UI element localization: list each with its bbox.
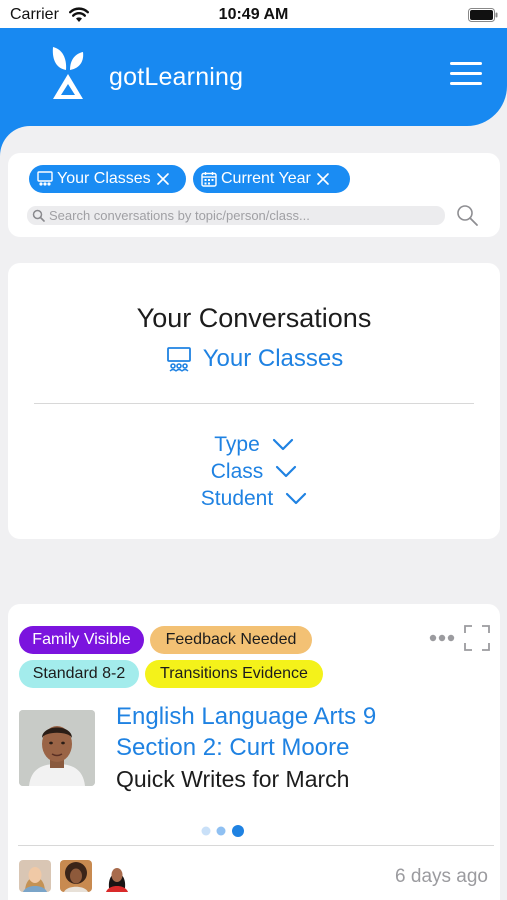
carousel-indicator[interactable]: [201, 824, 253, 838]
close-icon[interactable]: [316, 172, 330, 186]
classes-selector[interactable]: Your Classes: [8, 345, 500, 373]
conversation-post-card[interactable]: Family Visible Feedback Needed Standard …: [8, 604, 500, 900]
status-bar: Carrier 10:49 AM: [0, 0, 507, 30]
post-timestamp: 6 days ago: [395, 866, 488, 887]
menu-button[interactable]: [450, 62, 482, 90]
chip-label: Current Year: [221, 170, 311, 187]
filter-chip-your-classes[interactable]: Your Classes: [29, 165, 186, 193]
clock: 10:49 AM: [218, 6, 289, 23]
carousel-dot[interactable]: [201, 826, 211, 836]
search-icon: [32, 209, 45, 222]
hamburger-icon-bar: [450, 62, 482, 65]
chip-label: Your Classes: [57, 170, 151, 187]
filter-class-dropdown[interactable]: Class: [8, 458, 500, 485]
tag-family-visible: Family Visible: [19, 626, 144, 654]
expand-icon[interactable]: [464, 625, 490, 651]
participant-photo: [60, 860, 92, 892]
carousel-dot[interactable]: [216, 826, 226, 836]
participant-avatar: [19, 860, 51, 892]
post-class-link[interactable]: English Language Arts 9 Section 2: Curt …: [116, 701, 376, 763]
conversations-title: Your Conversations: [136, 303, 372, 333]
search-field[interactable]: [27, 206, 445, 225]
chevron-down-icon: [286, 492, 307, 504]
divider: [34, 403, 474, 404]
post-title: Quick Writes for March: [116, 766, 350, 792]
student-avatar: [19, 710, 95, 786]
conversations-card: Your Conversations Your Classes Type Cla…: [8, 263, 500, 539]
tag-feedback-needed: Feedback Needed: [150, 626, 312, 654]
filter-card: Your Classes Current Year: [8, 153, 500, 237]
post-class-line1: English Language Arts 9: [116, 703, 377, 730]
close-icon[interactable]: [156, 172, 170, 186]
classroom-icon: [37, 171, 53, 186]
filter-label: Type: [214, 432, 260, 456]
filter-type-dropdown[interactable]: Type: [8, 431, 500, 458]
gotlearning-logo-icon: [52, 47, 84, 99]
post-class-line2: Section 2: Curt Moore: [116, 734, 350, 761]
filter-label: Student: [200, 486, 274, 510]
more-options-icon[interactable]: [429, 632, 455, 644]
conversation-filters: Type Class Student: [8, 431, 500, 512]
divider: [18, 845, 494, 846]
chevron-down-icon: [272, 438, 293, 450]
hamburger-icon-bar: [450, 82, 482, 85]
hamburger-icon-bar: [450, 72, 482, 75]
search-button-icon[interactable]: [455, 203, 479, 227]
search-input[interactable]: [49, 206, 439, 225]
filter-label: Class: [210, 459, 264, 483]
filter-student-dropdown[interactable]: Student: [8, 485, 500, 512]
participant-photo: [101, 860, 133, 892]
tag-standard: Standard 8-2: [19, 660, 139, 688]
tag-transitions-evidence: Transitions Evidence: [145, 660, 323, 688]
participant-avatar: [101, 860, 133, 892]
battery-icon: [468, 8, 498, 22]
calendar-icon: [201, 172, 217, 187]
participant-photo: [19, 860, 51, 892]
chevron-down-icon: [276, 465, 297, 477]
participant-avatar: [60, 860, 92, 892]
carousel-dot-active[interactable]: [232, 825, 244, 837]
student-photo: [19, 710, 95, 786]
classroom-icon: [166, 347, 191, 372]
filter-chip-current-year[interactable]: Current Year: [193, 165, 350, 193]
app-name: gotLearning: [109, 63, 244, 91]
header-curve: [0, 126, 30, 156]
classes-selector-label: Your Classes: [202, 345, 344, 372]
